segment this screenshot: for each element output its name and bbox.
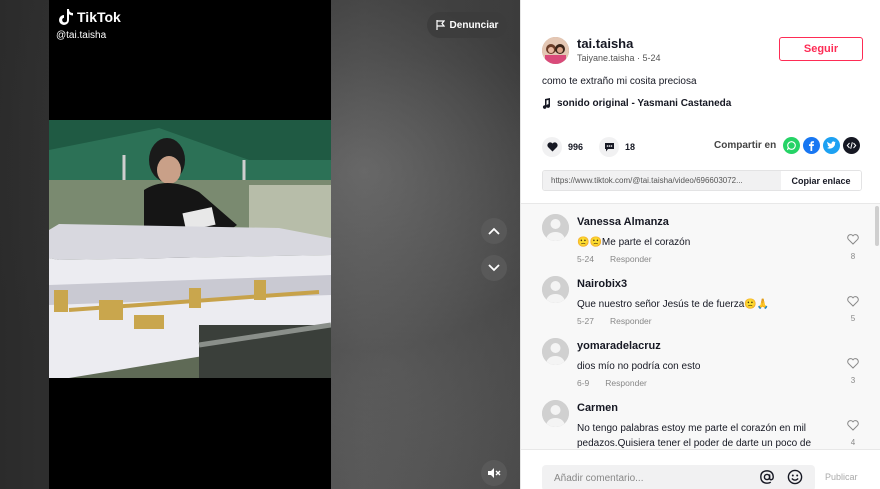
commenter-avatar[interactable] <box>542 400 569 427</box>
comment-like-button[interactable]: 8 <box>846 232 860 261</box>
like-button[interactable] <box>542 137 562 157</box>
comment-date: 6-9 <box>577 378 590 388</box>
comment-like-button[interactable]: 3 <box>846 356 860 385</box>
previous-video-button[interactable] <box>481 218 507 244</box>
reply-button[interactable]: Responder <box>610 316 652 326</box>
default-avatar-icon <box>542 338 569 365</box>
comment-bubble-icon <box>604 143 614 152</box>
video-frame[interactable] <box>49 120 331 378</box>
comment-meta: 5-27 Responder <box>577 316 652 326</box>
commenter-name[interactable]: yomaradelacruz <box>577 340 661 352</box>
follow-button[interactable]: Seguir <box>779 37 863 61</box>
comment-meta: 6-9 Responder <box>577 378 647 388</box>
author-avatar[interactable] <box>542 37 569 64</box>
commenter-avatar[interactable] <box>542 214 569 241</box>
heart-outline-icon <box>847 358 859 369</box>
facebook-glyph <box>809 141 815 151</box>
chevron-down-icon <box>488 264 500 272</box>
at-sign-icon <box>760 470 774 484</box>
like-count: 996 <box>568 142 584 152</box>
share-row: Compartir en <box>714 137 861 154</box>
comment-date: 5-27 <box>577 316 595 326</box>
report-label: Denunciar <box>449 19 499 31</box>
default-avatar-icon <box>542 400 569 427</box>
mute-button[interactable] <box>481 460 507 486</box>
comment-item: Nairobix3 Que nuestro señor Jesús te de … <box>521 266 871 326</box>
video-caption: como te extraño mi cosita preciosa <box>542 76 697 87</box>
copy-link-button[interactable]: Copiar enlace <box>781 171 861 190</box>
avatar-image <box>542 37 569 64</box>
music-note-icon <box>542 98 551 109</box>
comment-item: Carmen No tengo palabras estoy me parte … <box>521 390 871 449</box>
comment-like-count: 3 <box>850 376 856 385</box>
comment-like-count: 8 <box>850 252 856 261</box>
author-name[interactable]: tai.taisha <box>577 36 633 51</box>
engagement-stats: 996 18 <box>542 137 651 157</box>
commenter-name[interactable]: Carmen <box>577 402 618 414</box>
comment-like-button[interactable]: 5 <box>846 294 860 323</box>
link-copy-box: https://www.tiktok.com/@tai.taisha/video… <box>542 170 862 191</box>
heart-outline-icon <box>847 234 859 245</box>
author-subtitle: Taiyane.taisha · 5-24 <box>577 53 661 63</box>
speaker-muted-icon <box>488 468 501 478</box>
video-handle: @tai.taisha <box>56 30 107 41</box>
tiktok-note-icon <box>59 9 73 25</box>
twitter-glyph <box>827 141 837 149</box>
embed-icon[interactable] <box>843 137 861 154</box>
logo-text: TikTok <box>77 9 121 25</box>
comment-meta: 5-24 Responder <box>577 254 652 264</box>
reply-button[interactable]: Responder <box>605 378 647 388</box>
facebook-icon[interactable] <box>803 137 821 154</box>
video-link[interactable]: https://www.tiktok.com/@tai.taisha/video… <box>543 171 781 190</box>
share-label: Compartir en <box>714 140 777 151</box>
video-area: TikTok @tai.taisha Denunciar <box>0 0 520 489</box>
report-button[interactable]: Denunciar <box>427 12 507 38</box>
default-avatar-icon <box>542 214 569 241</box>
embed-glyph <box>846 142 857 149</box>
chevron-up-icon <box>488 227 500 235</box>
comment-count: 18 <box>625 142 636 152</box>
video-still-image <box>49 120 331 378</box>
whatsapp-glyph <box>787 141 797 151</box>
comments-list[interactable]: Vanessa Almanza 🙁🙁Me parte el corazón 5-… <box>521 203 880 449</box>
emoji-button[interactable] <box>787 469 803 489</box>
comment-like-count: 4 <box>850 438 856 447</box>
commenter-avatar[interactable] <box>542 338 569 365</box>
comment-date: 5-24 <box>577 254 595 264</box>
comment-button[interactable] <box>599 137 620 157</box>
comment-like-button[interactable]: 4 <box>846 418 860 447</box>
tiktok-logo: TikTok <box>58 8 121 26</box>
post-comment-button[interactable]: Publicar <box>825 472 858 482</box>
heart-icon <box>546 142 558 152</box>
heart-outline-icon <box>847 296 859 307</box>
comment-text: Que nuestro señor Jesús te de fuerza🙁🙏 <box>577 299 770 310</box>
reply-button[interactable]: Responder <box>610 254 652 264</box>
commenter-name[interactable]: Vanessa Almanza <box>577 216 669 228</box>
comment-item: Vanessa Almanza 🙁🙁Me parte el corazón 5-… <box>521 204 871 264</box>
next-video-button[interactable] <box>481 255 507 281</box>
flag-icon <box>435 20 445 30</box>
music-link[interactable]: sonido original - Yasmani Castaneda <box>542 98 731 109</box>
default-avatar-icon <box>542 276 569 303</box>
comment-text: dios mío no podría con esto <box>577 361 701 372</box>
twitter-icon[interactable] <box>823 137 841 154</box>
whatsapp-icon[interactable] <box>783 137 801 154</box>
heart-outline-icon <box>847 420 859 431</box>
commenter-name[interactable]: Nairobix3 <box>577 278 627 290</box>
smiley-icon <box>787 469 803 485</box>
details-panel: tai.taisha Taiyane.taisha · 5-24 Seguir … <box>520 0 880 489</box>
comment-text: 🙁🙁Me parte el corazón <box>577 237 691 248</box>
comment-composer: Publicar <box>521 449 880 489</box>
music-title: sonido original - Yasmani Castaneda <box>557 98 732 109</box>
commenter-avatar[interactable] <box>542 276 569 303</box>
comments-scrollbar[interactable] <box>875 206 879 246</box>
mention-button[interactable] <box>759 469 775 489</box>
comment-text: No tengo palabras estoy me parte el cora… <box>577 423 812 449</box>
comment-like-count: 5 <box>850 314 856 323</box>
comment-item: yomaradelacruz dios mío no podría con es… <box>521 328 871 388</box>
